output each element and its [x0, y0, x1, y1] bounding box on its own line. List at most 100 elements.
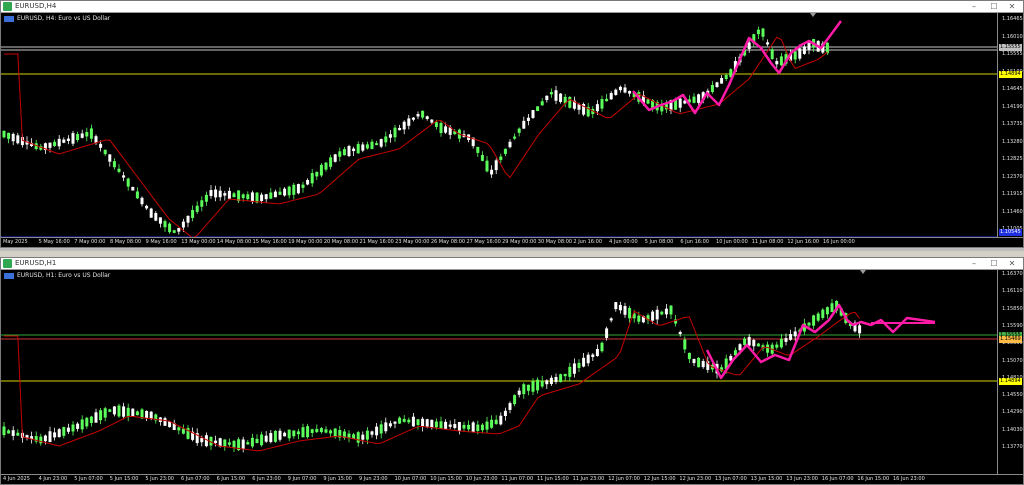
- price-axis[interactable]: 1.164651.160101.155551.151001.146451.141…: [997, 13, 1023, 237]
- bullish-candle: [434, 122, 438, 127]
- bullish-candle: [324, 429, 328, 433]
- bullish-candle: [807, 322, 811, 326]
- bullish-candle: [692, 96, 696, 103]
- moving-average-line: [4, 36, 828, 237]
- forecast-drawing[interactable]: [632, 20, 843, 115]
- title-bar[interactable]: EURUSD,H1 – ☐ ✕: [1, 258, 1023, 270]
- bearish-candle: [393, 421, 397, 424]
- price-axis[interactable]: 1.16370 1.16110 1.15850 1.15590 1.15330 1.150…: [997, 270, 1023, 474]
- time-tick-label: 7 May 00:00: [74, 239, 106, 245]
- time-tick-label: 2 Jun 16:00: [573, 239, 603, 245]
- bullish-candle: [310, 429, 314, 433]
- bearish-candle: [71, 133, 75, 144]
- chart-shift-marker[interactable]: [860, 270, 866, 274]
- time-tick-label: 30 May 08:00: [537, 239, 573, 245]
- title-bar[interactable]: EURUSD,H4 – ☐ ✕: [1, 1, 1023, 13]
- time-tick-label: 11 Jun 15:00: [537, 476, 569, 482]
- bearish-candle: [655, 309, 659, 320]
- price-tick-label: 1.13735: [1002, 121, 1023, 127]
- bearish-candle: [747, 336, 751, 346]
- bullish-candle: [779, 338, 783, 348]
- bearish-candle: [57, 138, 61, 147]
- close-icon[interactable]: ✕: [1003, 1, 1021, 12]
- chart-window-h1[interactable]: EURUSD,H1 – ☐ ✕ EURUSD, H1: Euro vs US D…: [0, 257, 1024, 485]
- close-icon[interactable]: ✕: [1003, 258, 1021, 269]
- time-tick-label: 6 Jun 16:00: [680, 239, 709, 245]
- bearish-candle: [375, 426, 379, 436]
- bearish-candle: [586, 354, 590, 364]
- maximize-icon[interactable]: ☐: [985, 1, 1003, 12]
- minimize-icon[interactable]: –: [965, 258, 983, 269]
- bullish-candle: [605, 98, 609, 102]
- bullish-candle: [379, 424, 383, 434]
- bearish-candle: [411, 416, 415, 427]
- bullish-candle: [287, 429, 291, 439]
- forecast-drawing[interactable]: [705, 303, 936, 380]
- time-tick-label: 4 Jun 00:00: [609, 239, 638, 245]
- time-tick-label: 11 Jun 23:00: [572, 476, 605, 482]
- chart-plot-area[interactable]: EURUSD, H1: Euro vs US Dollar: [1, 270, 997, 474]
- bearish-candle: [384, 422, 388, 432]
- bullish-candle: [108, 409, 112, 412]
- bullish-candle: [241, 194, 245, 199]
- bullish-candle: [76, 134, 80, 140]
- chart-window-h4[interactable]: EURUSD,H4 – ☐ ✕ EURUSD, H4: Euro vs US D…: [0, 0, 1024, 248]
- bullish-candle: [356, 144, 360, 154]
- bearish-candle: [283, 188, 287, 196]
- time-tick-label: 13 Jun 15:00: [750, 476, 783, 482]
- bullish-candle: [669, 305, 673, 315]
- chart-plot-area[interactable]: EURUSD, H4: Euro vs US Dollar: [1, 13, 997, 237]
- bullish-candle: [2, 426, 6, 436]
- bearish-candle: [250, 192, 254, 202]
- maximize-icon[interactable]: ☐: [985, 258, 1003, 269]
- window-separator: [0, 248, 1024, 251]
- symbol-flag-icon: [4, 273, 14, 279]
- bearish-candle: [241, 439, 245, 450]
- bearish-candle: [595, 104, 599, 112]
- bearish-candle: [278, 430, 282, 440]
- bullish-candle: [347, 433, 351, 438]
- bearish-candle: [181, 221, 185, 228]
- bearish-candle: [807, 43, 811, 50]
- bullish-candle: [292, 430, 296, 437]
- bearish-candle: [701, 361, 705, 368]
- price-tick-label: 1.14030: [1002, 426, 1023, 433]
- bearish-candle: [333, 154, 337, 162]
- bearish-candle: [618, 86, 622, 91]
- bullish-candle: [513, 395, 517, 405]
- bullish-candle: [292, 184, 296, 195]
- time-axis[interactable]: 4 Jun 2025 4 Jun 23:00 5 Jun 07:00 5 Jun 15…: [1, 474, 1023, 484]
- bearish-candle: [145, 205, 149, 209]
- bullish-candle: [195, 205, 199, 212]
- price-tick-label: 1.14190: [1002, 103, 1023, 110]
- bearish-candle: [425, 116, 429, 120]
- bearish-candle: [57, 429, 61, 438]
- chart-shift-marker[interactable]: [810, 13, 816, 17]
- candlestick-chart-h4[interactable]: [1, 13, 997, 237]
- time-tick-label: 16 Jun 00:00: [823, 239, 855, 245]
- bearish-candle: [545, 95, 549, 101]
- bullish-candle: [85, 417, 89, 427]
- price-tick-label: 1.11915: [1002, 191, 1023, 197]
- bullish-candle: [333, 428, 337, 438]
- bearish-candle: [457, 422, 461, 431]
- minimize-icon[interactable]: –: [965, 1, 983, 12]
- time-tick-label: 13 May 00:00: [181, 239, 216, 245]
- bearish-candle: [453, 424, 457, 429]
- candlestick-chart-h1[interactable]: [1, 270, 997, 474]
- bullish-candle: [439, 421, 443, 429]
- time-axis[interactable]: May 2025 5 May 16:00 7 May 00:00 8 May 08:0…: [1, 237, 1023, 247]
- bullish-candle: [126, 407, 130, 417]
- bullish-candle: [421, 110, 425, 118]
- bearish-candle: [798, 48, 802, 59]
- bearish-candle: [66, 138, 70, 141]
- bullish-candle: [117, 168, 121, 172]
- bullish-candle: [117, 405, 121, 417]
- bullish-candle: [296, 431, 300, 435]
- bearish-candle: [421, 418, 425, 427]
- time-tick-label: 13 Jun 07:00: [715, 476, 747, 482]
- bullish-candle: [517, 128, 521, 133]
- bullish-candle: [485, 421, 489, 430]
- bearish-candle: [623, 87, 627, 93]
- bullish-candle: [793, 51, 797, 60]
